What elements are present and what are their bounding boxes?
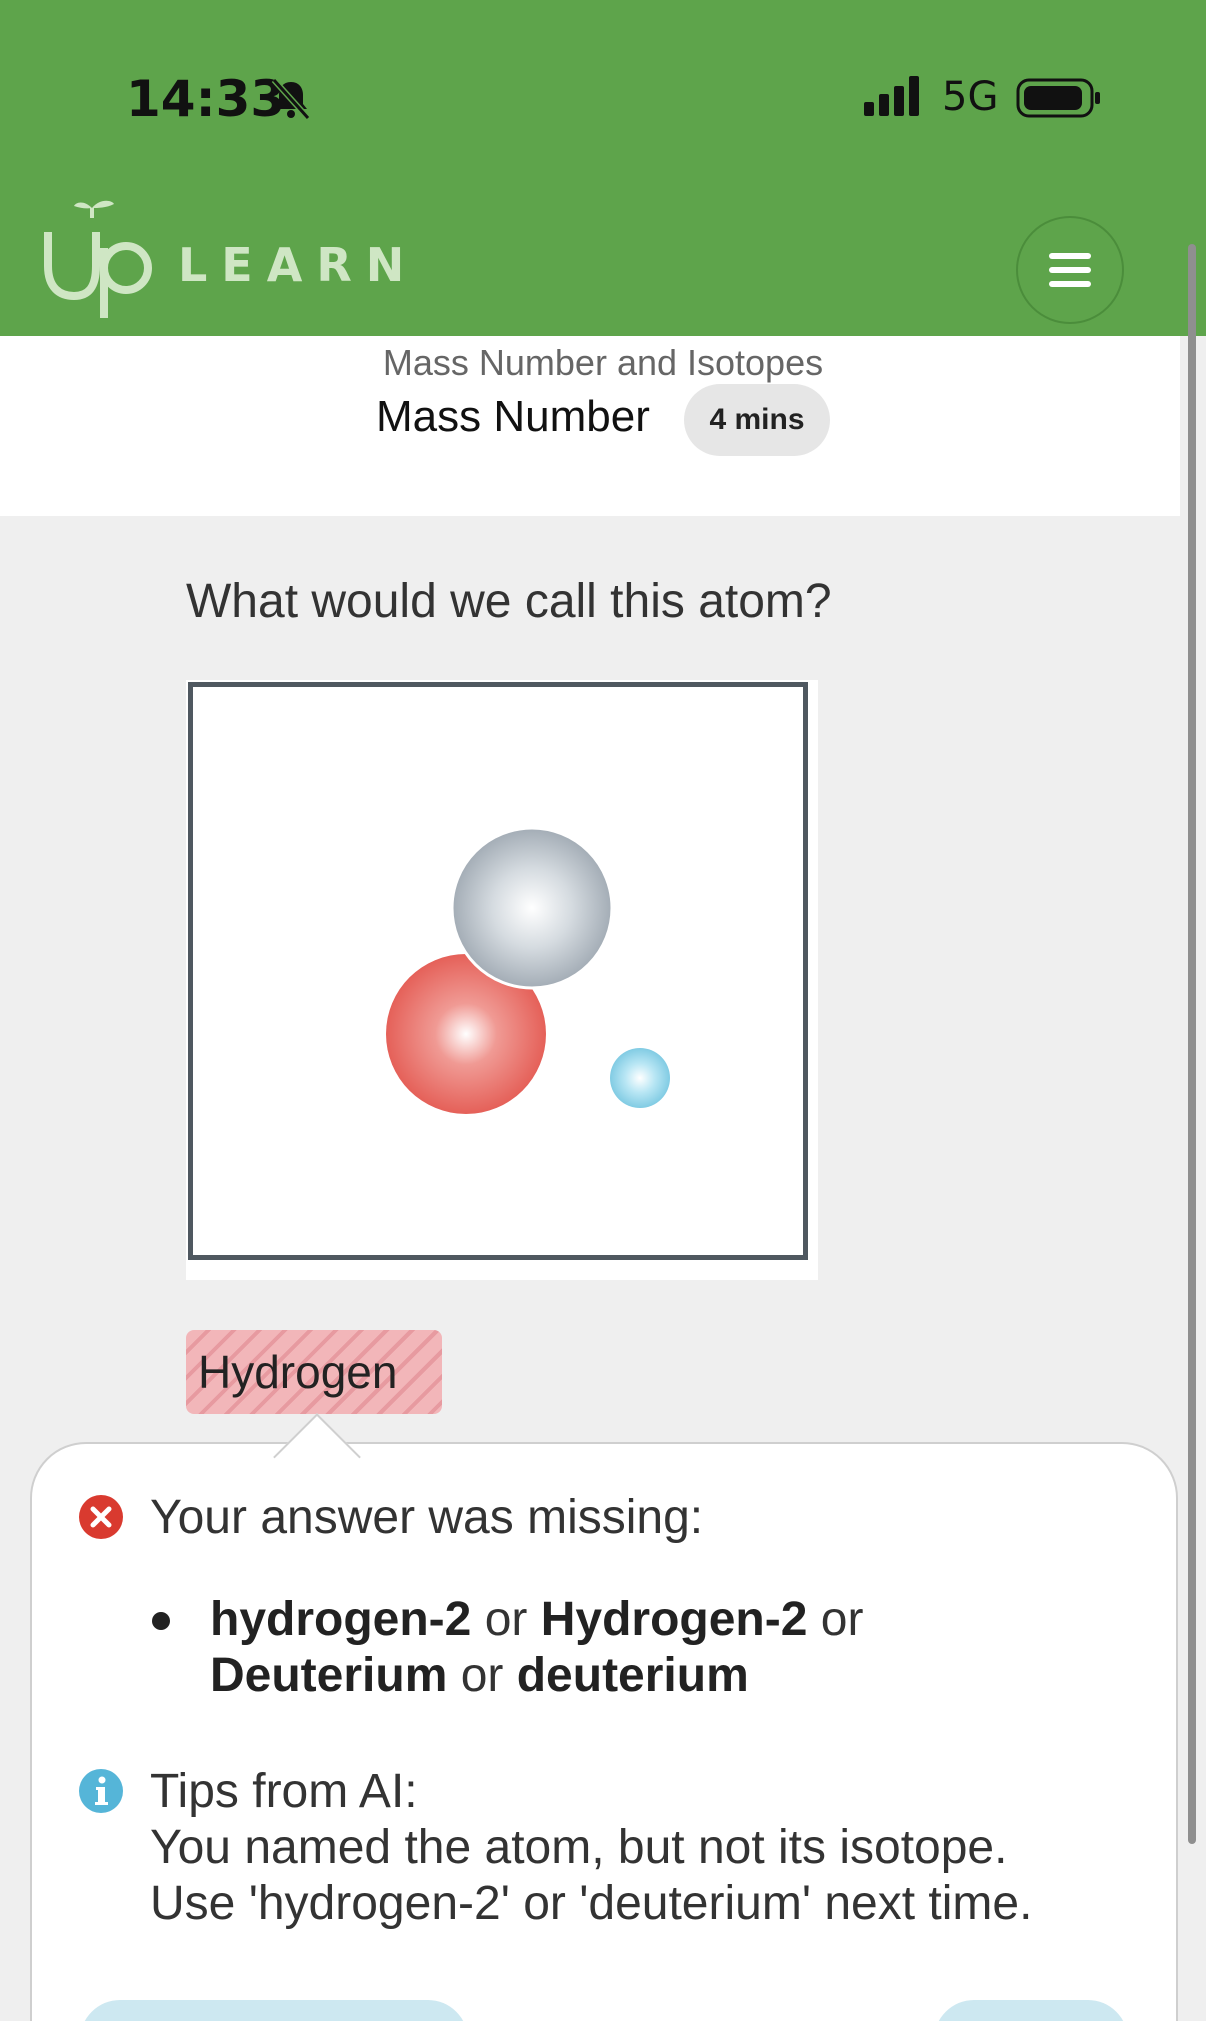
- signal-icon: [864, 76, 919, 116]
- answer-separator: or: [447, 1649, 517, 1702]
- lesson-title: Mass Number: [376, 392, 650, 441]
- question-prompt: What would we call this atom?: [186, 575, 832, 628]
- accepted-answers-line-2: Deuterium or deuterium: [210, 1648, 749, 1703]
- tips-line: Use 'hydrogen-2' or 'deuterium' next tim…: [150, 1877, 1033, 1930]
- error-icon: [79, 1495, 123, 1539]
- status-time: 14:33: [126, 70, 286, 128]
- info-icon: [79, 1769, 123, 1813]
- bell-muted-icon: [271, 77, 311, 121]
- hamburger-icon-bar: [1049, 281, 1091, 287]
- scrollbar[interactable]: [1188, 244, 1196, 1844]
- hamburger-icon-bar: [1049, 253, 1091, 259]
- answer-separator: or: [807, 1593, 864, 1646]
- user-answer-chip[interactable]: Hydrogen: [186, 1330, 442, 1414]
- secondary-action-button[interactable]: [80, 2000, 468, 2021]
- duration-badge: 4 mins: [684, 384, 830, 456]
- primary-action-button[interactable]: [934, 2000, 1128, 2021]
- bullet-dot: [152, 1612, 170, 1630]
- atom-illustration: [386, 826, 670, 1114]
- network-label: 5G: [942, 74, 999, 120]
- accepted-answer: deuterium: [516, 1649, 749, 1702]
- menu-button[interactable]: [1016, 216, 1124, 324]
- logo-learn-text: LEARN: [178, 238, 419, 292]
- lesson-topic: Mass Number and Isotopes: [382, 342, 824, 383]
- neutron-particle: [450, 826, 614, 990]
- missing-heading: Your answer was missing:: [150, 1491, 704, 1544]
- accepted-answers-line-1: hydrogen-2 or Hydrogen-2 or: [210, 1592, 863, 1647]
- accepted-answer: Deuterium: [210, 1649, 448, 1702]
- answer-separator: or: [471, 1593, 541, 1646]
- electron-particle: [610, 1048, 670, 1108]
- tips-heading: Tips from AI:: [150, 1765, 418, 1818]
- accepted-answer: Hydrogen-2: [540, 1593, 808, 1646]
- accepted-answer: hydrogen-2: [210, 1593, 472, 1646]
- hamburger-icon-bar: [1049, 267, 1091, 273]
- tips-line: You named the atom, but not its isotope.: [150, 1821, 1008, 1874]
- battery-icon: [1016, 78, 1100, 118]
